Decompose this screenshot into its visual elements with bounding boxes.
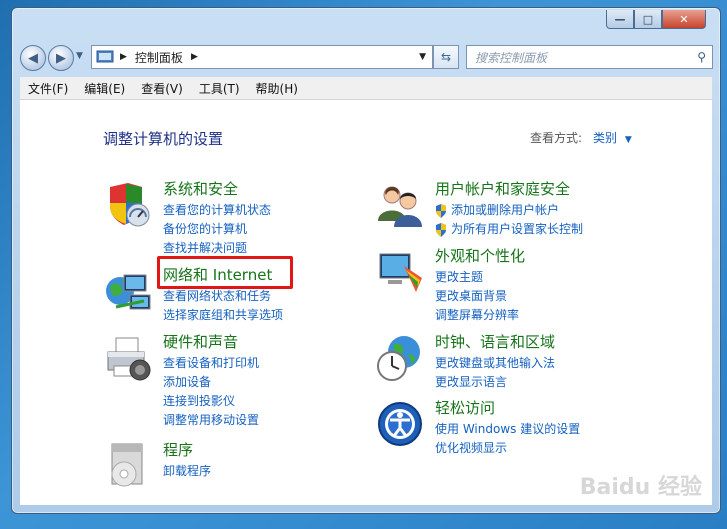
minimize-button[interactable]: — — [606, 10, 634, 29]
refresh-button[interactable]: ⇆ — [433, 45, 459, 69]
link-text[interactable]: 添加或删除用户帐户 — [451, 201, 559, 220]
menu-file[interactable]: 文件(F) — [20, 80, 76, 97]
link-add-remove-accounts[interactable]: 添加或删除用户帐户 — [435, 201, 583, 220]
address-bar[interactable]: ▶ 控制面板 ▶ ▼ — [91, 45, 433, 69]
category-title[interactable]: 系统和安全 — [163, 178, 238, 199]
menu-bar: 文件(F) 编辑(E) 查看(V) 工具(T) 帮助(H) — [20, 77, 712, 100]
link-recommended-settings[interactable]: 使用 Windows 建议的设置 — [435, 420, 580, 439]
link-view-computer-status[interactable]: 查看您的计算机状态 — [163, 201, 271, 220]
link-add-device[interactable]: 添加设备 — [163, 373, 259, 392]
forward-arrow-icon: ▶ — [56, 50, 66, 66]
chevron-down-icon: ▼ — [624, 135, 632, 145]
view-by-value[interactable]: 类别 — [593, 131, 617, 145]
maximize-button[interactable]: □ — [634, 10, 662, 29]
menu-help[interactable]: 帮助(H) — [248, 80, 306, 97]
category-title[interactable]: 用户帐户和家庭安全 — [435, 178, 570, 199]
link-display-language[interactable]: 更改显示语言 — [435, 373, 555, 392]
users-icon — [378, 186, 422, 227]
uac-shield-icon — [436, 203, 446, 218]
control-panel-window: — □ ✕ ◀ ▶ ▼ ▶ 控制面板 ▶ ▼ ⇆ 搜索控制面板 ⚲ 文件(F) … — [11, 7, 721, 514]
category-title[interactable]: 硬件和声音 — [163, 331, 238, 352]
watermark: Baidu 经验 — [579, 475, 702, 500]
link-backup-computer[interactable]: 备份您的计算机 — [163, 220, 271, 239]
recent-pages-dropdown[interactable]: ▼ — [76, 51, 83, 61]
programs-icon — [111, 443, 143, 487]
address-dropdown-icon[interactable]: ▼ — [419, 52, 426, 62]
shield-icon — [110, 183, 150, 227]
category-title[interactable]: 程序 — [163, 439, 193, 460]
navigation-bar: ◀ ▶ ▼ ▶ 控制面板 ▶ ▼ ⇆ 搜索控制面板 ⚲ — [20, 42, 713, 72]
menu-view[interactable]: 查看(V) — [133, 80, 191, 97]
link-screen-resolution[interactable]: 调整屏幕分辨率 — [435, 306, 519, 325]
printer-icon — [107, 337, 151, 381]
link-view-network-status[interactable]: 查看网络状态和任务 — [163, 287, 283, 306]
clock-globe-icon — [377, 336, 420, 381]
category-title[interactable]: 外观和个性化 — [435, 245, 525, 266]
back-arrow-icon: ◀ — [28, 50, 38, 66]
breadcrumb-control-panel[interactable]: 控制面板 — [135, 49, 183, 66]
back-button[interactable]: ◀ — [20, 45, 46, 71]
search-box[interactable]: 搜索控制面板 ⚲ — [466, 45, 713, 69]
view-by-dropdown[interactable]: 类别 ▼ — [593, 129, 632, 146]
menu-tools[interactable]: 工具(T) — [191, 80, 248, 97]
network-globe-icon — [106, 274, 151, 310]
category-title[interactable]: 时钟、语言和区域 — [435, 331, 555, 352]
view-by-label: 查看方式: — [530, 131, 583, 145]
control-panel-icon — [96, 50, 114, 63]
forward-button[interactable]: ▶ — [48, 45, 74, 71]
close-button[interactable]: ✕ — [662, 10, 706, 29]
main-content: 调整计算机的设置 查看方式: 类别 ▼ 系统和安全 查看您的计算机状态 备份您的… — [20, 100, 712, 505]
uac-shield-icon — [436, 222, 446, 237]
breadcrumb-chevron-icon[interactable]: ▶ — [191, 52, 198, 62]
link-mobility-settings[interactable]: 调整常用移动设置 — [163, 411, 259, 430]
link-change-background[interactable]: 更改桌面背景 — [435, 287, 519, 306]
link-keyboard-input[interactable]: 更改键盘或其他输入法 — [435, 354, 555, 373]
link-change-theme[interactable]: 更改主题 — [435, 268, 519, 287]
category-title[interactable]: 轻松访问 — [435, 397, 495, 418]
link-devices-printers[interactable]: 查看设备和打印机 — [163, 354, 259, 373]
highlight-box — [157, 256, 293, 289]
caption-buttons: — □ ✕ — [606, 10, 706, 29]
link-connect-projector[interactable]: 连接到投影仪 — [163, 392, 259, 411]
breadcrumb-separator-icon: ▶ — [120, 52, 127, 62]
link-homegroup-sharing[interactable]: 选择家庭组和共享选项 — [163, 306, 283, 325]
page-title: 调整计算机的设置 — [103, 130, 224, 148]
link-parental-controls[interactable]: 为所有用户设置家长控制 — [435, 220, 583, 239]
appearance-monitor-icon — [379, 253, 422, 292]
refresh-icon: ⇆ — [440, 50, 452, 64]
link-text[interactable]: 为所有用户设置家长控制 — [451, 220, 583, 239]
search-icon[interactable]: ⚲ — [697, 50, 706, 64]
search-input[interactable]: 搜索控制面板 — [475, 49, 547, 66]
ease-of-access-icon — [378, 402, 422, 446]
link-optimize-display[interactable]: 优化视频显示 — [435, 439, 580, 458]
link-uninstall-program[interactable]: 卸载程序 — [163, 462, 211, 481]
menu-edit[interactable]: 编辑(E) — [76, 80, 133, 97]
